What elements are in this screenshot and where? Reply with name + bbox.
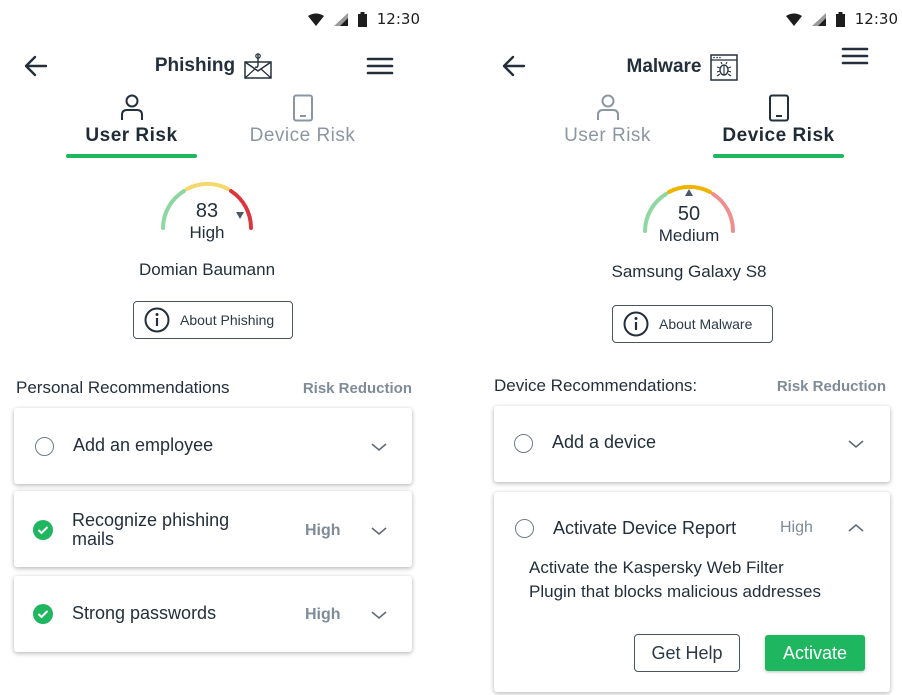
recommendation-text: Add a device [552,432,657,452]
risk-tabs: User Risk Device Risk [540,92,846,158]
get-help-button[interactable]: Get Help [634,634,740,672]
recommendation-text-line2: mails [72,529,115,549]
gauge-level: High [189,223,225,242]
recommendation-description-line2: Plugin that blocks malicious addresses [529,582,821,601]
chevron-up-icon[interactable] [847,522,865,534]
recommendation-card[interactable]: Recognize phishing mails High [14,491,412,567]
user-icon [596,94,619,120]
status-bar: 12:30 [785,10,898,28]
malware-bug-icon [710,54,739,81]
risk-reduction-link[interactable]: Risk Reduction [303,380,412,397]
recommendation-text: Activate Device Report [553,518,737,538]
recommendation-text-line1: Recognize phishing [72,510,230,530]
tab-label: User Risk [564,125,651,146]
info-icon [623,311,649,337]
recommendation-description-line1: Activate the Kaspersky Web Filter [529,558,784,577]
about-button-label: About Malware [659,316,753,332]
recommendation-card[interactable]: Strong passwords High [14,576,412,652]
tab-label: User Risk [85,125,178,146]
entity-name: Samsung Galaxy S8 [611,262,767,281]
info-icon [144,307,170,333]
page-title: Phishing [154,55,236,76]
recommendation-card[interactable]: Add a device [494,406,890,482]
menu-icon[interactable] [365,52,395,80]
check-circle-icon[interactable] [33,604,53,624]
entity-name: Domian Baumann [138,260,276,279]
malware-screen: 12:30 Malware User Risk Device Risk 50 M… [472,0,902,695]
tab-label: Device Risk [722,125,835,146]
about-button-label: About Phishing [180,312,275,328]
tab-device-risk[interactable]: Device Risk [235,92,370,158]
battery-icon [357,11,367,27]
chevron-down-icon[interactable] [370,441,388,453]
about-button[interactable]: About Malware [612,305,773,343]
risk-gauge: 50 Medium [476,181,902,246]
phishing-screen: 12:30 Phishing User Risk Device Risk 83 … [0,0,440,695]
recommendation-text: Add an employee [73,435,214,455]
phone-icon [292,94,313,122]
active-tab-indicator [713,154,844,158]
phone-icon [768,94,789,122]
gauge-score: 83 [195,200,219,222]
section-title: Device Recommendations: [494,376,698,395]
wifi-icon [307,13,324,26]
app-header: Malware [472,47,902,84]
title-group: Malware [472,52,902,82]
wifi-icon [785,13,802,26]
status-time: 12:30 [376,10,420,28]
cell-signal-icon [811,12,826,26]
recommendations-header: Device Recommendations: Risk Reduction [494,376,886,396]
risk-level: High [305,522,341,539]
risk-level: High [780,519,813,536]
gauge-level: Medium [658,226,720,245]
risk-tabs: User Risk Device Risk [64,92,370,158]
app-header: Phishing [0,48,440,84]
page-title: Malware [626,56,702,77]
radio-unchecked[interactable] [515,519,534,538]
active-tab-indicator [66,154,197,158]
section-title: Personal Recommendations [16,378,230,397]
recommendations-header: Personal Recommendations Risk Reduction [16,378,412,398]
tab-user-risk[interactable]: User Risk [64,92,199,158]
radio-unchecked[interactable] [514,434,533,453]
about-button[interactable]: About Phishing [133,301,293,339]
battery-icon [835,11,845,27]
tab-device-risk[interactable]: Device Risk [711,92,846,158]
tab-label: Device Risk [249,125,356,146]
status-bar: 12:30 [307,10,420,28]
activate-button[interactable]: Activate [765,635,865,671]
phishing-mail-icon [244,53,272,79]
recommendation-text: Strong passwords [72,603,217,623]
risk-reduction-link[interactable]: Risk Reduction [777,378,886,395]
recommendation-card-expanded[interactable]: Activate Device Report High Activate the… [494,492,890,692]
chevron-down-icon[interactable] [370,525,388,537]
chevron-down-icon[interactable] [370,609,388,621]
user-icon [120,94,143,120]
chevron-down-icon[interactable] [847,438,865,450]
check-circle-icon[interactable] [33,520,53,540]
gauge-score: 50 [677,203,701,225]
risk-gauge: 83 High [0,178,440,243]
menu-icon[interactable] [840,42,870,70]
cell-signal-icon [333,12,348,26]
recommendation-card[interactable]: Add an employee [14,408,412,484]
radio-unchecked[interactable] [35,437,54,456]
risk-level: High [305,606,341,623]
status-time: 12:30 [854,10,898,28]
tab-user-risk[interactable]: User Risk [540,92,675,158]
